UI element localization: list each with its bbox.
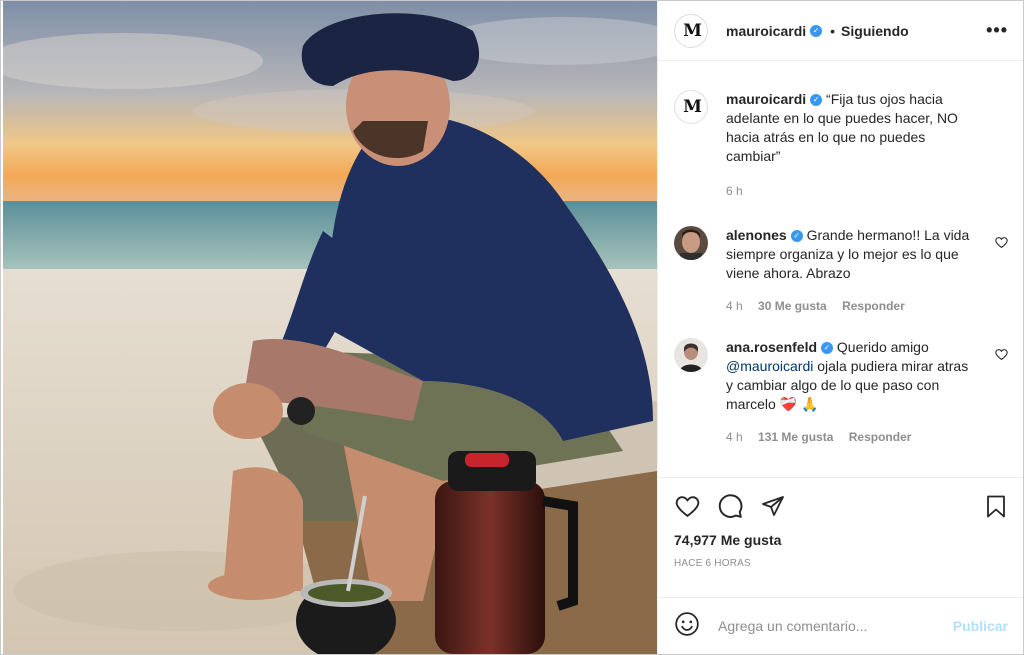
comment-avatar[interactable] <box>674 226 708 260</box>
reply-button[interactable]: Responder <box>849 430 912 444</box>
caption-username[interactable]: mauroicardi <box>726 91 806 107</box>
profile-username[interactable]: mauroicardi <box>726 23 806 39</box>
verified-badge-icon: ✓ <box>810 24 823 37</box>
comment-time[interactable]: 4 h <box>726 430 743 444</box>
beach-photo-illustration <box>3 1 657 654</box>
comment-input[interactable]: Agrega un comentario... <box>718 618 867 634</box>
comment-item: ana.rosenfeld ✓ Querido amigo @mauroicard… <box>674 338 1008 447</box>
post-caption: M mauroicardi ✓ “Fija tus ojos hacia adel… <box>674 90 1008 201</box>
verified-badge-icon: ✓ <box>810 94 823 107</box>
verified-badge-icon: ✓ <box>790 230 803 243</box>
comment-username[interactable]: ana.rosenfeld <box>726 339 817 355</box>
comment-avatar[interactable] <box>674 338 708 372</box>
heart-icon[interactable] <box>674 494 701 519</box>
comment-time[interactable]: 4 h <box>726 299 743 313</box>
following-button[interactable]: Siguiendo <box>841 23 909 39</box>
profile-avatar[interactable]: M <box>674 13 708 48</box>
comment-username[interactable]: alenones <box>726 227 787 243</box>
comment-text-start: Querido amigo <box>836 339 929 355</box>
emoji-icon[interactable] <box>674 611 700 642</box>
add-comment-bar: Agrega un comentario... Publicar <box>658 597 1023 654</box>
post-photo[interactable] <box>3 1 657 654</box>
reply-button[interactable]: Responder <box>842 299 905 313</box>
verified-badge-icon: ✓ <box>821 342 834 355</box>
publish-button[interactable]: Publicar <box>953 618 1008 634</box>
likes-count[interactable]: 74,977 Me gusta <box>674 532 1008 548</box>
more-options-icon[interactable]: ••• <box>986 20 1008 41</box>
comment-like-heart-icon[interactable] <box>995 236 1008 254</box>
comment-likes[interactable]: 30 Me gusta <box>758 299 827 313</box>
comments-list[interactable]: M mauroicardi ✓ “Fija tus ojos hacia adel… <box>658 62 1023 476</box>
post-timestamp[interactable]: HACE 6 HORAS <box>674 558 1008 569</box>
post-sidebar: M mauroicardi ✓ • Siguiendo ••• M mauroi… <box>657 1 1023 654</box>
mention-link[interactable]: @mauroicardi <box>726 358 813 374</box>
comment-like-heart-icon[interactable] <box>995 348 1008 366</box>
instagram-post-window: M mauroicardi ✓ • Siguiendo ••• M mauroi… <box>0 0 1024 655</box>
caption-avatar[interactable]: M <box>674 90 708 124</box>
caption-time[interactable]: 6 h <box>726 184 743 198</box>
post-actions: 74,977 Me gusta HACE 6 HORAS <box>658 477 1023 597</box>
comment-item: alenones ✓ Grande hermano!! La vida siemp… <box>674 226 1008 316</box>
separator-dot: • <box>830 22 836 39</box>
post-header: M mauroicardi ✓ • Siguiendo ••• <box>658 1 1023 61</box>
bookmark-icon[interactable] <box>984 493 1008 520</box>
share-icon[interactable] <box>760 494 786 518</box>
comment-icon[interactable] <box>717 493 744 519</box>
comment-emojis: ❤️‍🩹 🙏 <box>779 396 819 412</box>
comment-likes[interactable]: 131 Me gusta <box>758 430 833 444</box>
